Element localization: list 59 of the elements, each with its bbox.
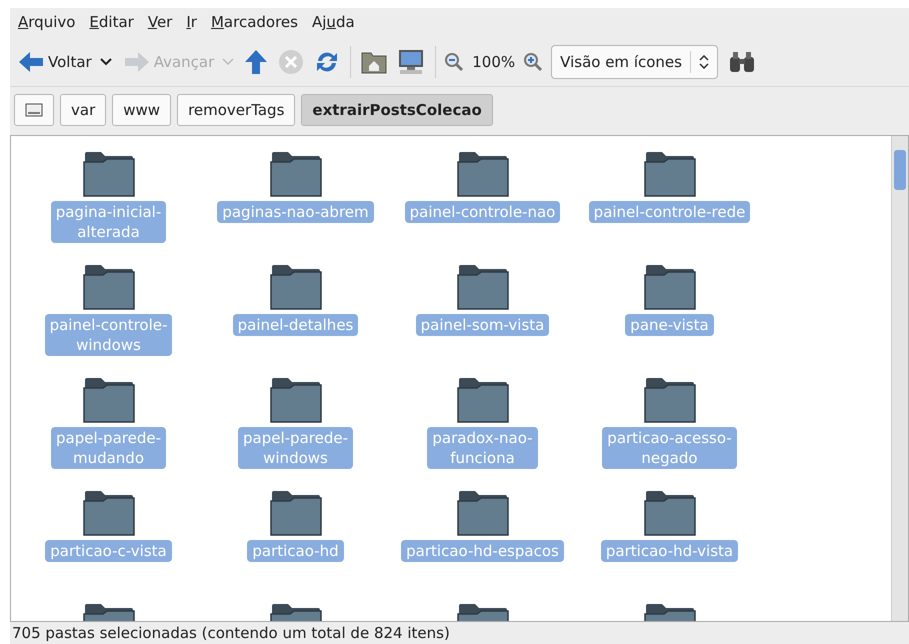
folder-icon[interactable] bbox=[82, 377, 134, 423]
folder-name[interactable]: particao-acesso- negado bbox=[602, 427, 737, 469]
folder-icon[interactable] bbox=[270, 377, 322, 423]
folder-name[interactable]: particao-c-vista bbox=[45, 540, 172, 562]
menu-item[interactable]: Arquivo bbox=[18, 13, 76, 33]
updown-icon bbox=[698, 55, 709, 69]
folder-icon[interactable] bbox=[644, 377, 696, 423]
folder-name[interactable]: particao-hd-espacos bbox=[401, 540, 564, 562]
folder-name[interactable]: papel-parede- windows bbox=[238, 427, 353, 469]
right-arrow-icon bbox=[124, 50, 150, 74]
folder-icon[interactable] bbox=[82, 151, 134, 197]
folder-icon[interactable] bbox=[456, 377, 508, 423]
menu-item[interactable]: Editar bbox=[89, 13, 134, 33]
folder-icon[interactable] bbox=[456, 490, 508, 536]
folder-icon[interactable] bbox=[644, 151, 696, 197]
folder-icon[interactable] bbox=[82, 264, 134, 310]
scrollbar[interactable] bbox=[891, 136, 908, 621]
caret-icon[interactable] bbox=[100, 58, 112, 66]
folder-name[interactable]: painel-controle-nao bbox=[404, 201, 560, 223]
up-arrow-icon[interactable] bbox=[244, 49, 268, 75]
menu-item[interactable]: Marcadores bbox=[210, 13, 298, 33]
folder-name[interactable]: painel-controle-rede bbox=[588, 201, 750, 223]
folder-icon[interactable] bbox=[82, 490, 134, 536]
folder-name[interactable]: painel-detalhes bbox=[232, 314, 358, 336]
drive-icon bbox=[25, 103, 43, 117]
folder-icon[interactable] bbox=[644, 490, 696, 536]
back-button[interactable]: Voltar bbox=[16, 50, 94, 74]
path-button[interactable]: www bbox=[112, 94, 172, 126]
folder-name[interactable]: painel-som-vista bbox=[416, 314, 550, 336]
menu-item[interactable]: Ver bbox=[148, 13, 172, 33]
folder-icon[interactable] bbox=[644, 264, 696, 310]
path-button[interactable]: removerTags bbox=[177, 94, 296, 126]
path-button[interactable]: var bbox=[60, 94, 106, 126]
folder-name[interactable]: painel-controle- windows bbox=[44, 314, 172, 356]
folder-name[interactable]: pane-vista bbox=[625, 314, 714, 336]
folder-name[interactable]: particao-hd bbox=[247, 540, 344, 562]
left-arrow-icon bbox=[18, 50, 44, 74]
folder-name[interactable]: paginas-nao-abrem bbox=[217, 201, 374, 223]
computer-icon[interactable] bbox=[397, 49, 426, 75]
folder-icon[interactable] bbox=[456, 264, 508, 310]
zoom-in-icon[interactable] bbox=[523, 52, 544, 72]
folder-icon[interactable] bbox=[270, 264, 322, 310]
menu-item[interactable]: Ajuda bbox=[312, 13, 355, 33]
folder-icon[interactable] bbox=[270, 490, 322, 536]
menu-item[interactable]: Ir bbox=[186, 13, 197, 33]
home-folder-icon[interactable] bbox=[361, 50, 388, 74]
drive-button[interactable] bbox=[14, 94, 54, 126]
zoom-out-icon[interactable] bbox=[444, 52, 464, 72]
view-select[interactable]: Visão em ícones bbox=[551, 45, 718, 79]
path-button[interactable]: extrairPostsColecao bbox=[301, 94, 493, 126]
folder-name[interactable]: paradox-nao- funciona bbox=[427, 427, 538, 469]
folder-icon[interactable] bbox=[270, 151, 322, 197]
folder-icon[interactable] bbox=[456, 151, 508, 197]
zoom-level: 100% bbox=[472, 53, 516, 71]
binoculars-icon[interactable] bbox=[728, 51, 756, 73]
folder-name[interactable]: papel-parede- mudando bbox=[51, 427, 166, 469]
folder-name[interactable]: pagina-inicial- alterada bbox=[50, 201, 166, 243]
status-text: 705 pastas selecionadas (contendo um total de 824 itens) bbox=[11, 623, 451, 644]
folder-name[interactable]: particao-hd-vista bbox=[600, 540, 738, 562]
